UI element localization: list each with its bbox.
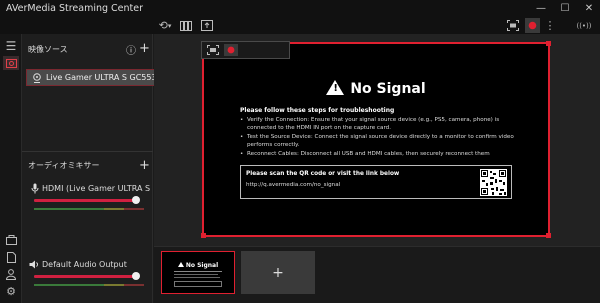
sources-header: 映像ソース	[28, 45, 68, 54]
list-item: Verify the Connection: Ensure that your …	[240, 117, 530, 132]
audio-channel-label: HDMI (Live Gamer ULTRA S GC553Pro)	[42, 184, 150, 193]
volume-slider-fill	[34, 275, 136, 278]
panel-divider	[22, 151, 153, 152]
resize-handle[interactable]	[201, 233, 206, 238]
preview-capture-button[interactable]	[206, 44, 220, 56]
camera-scene-icon	[5, 58, 17, 68]
qr-code-icon	[480, 169, 507, 196]
side-panel: 映像ソース ⓘ + Live Gamer ULTRA S GC553Pro オー…	[22, 34, 172, 303]
troubleshoot-steps: Verify the Connection: Ensure that your …	[240, 117, 530, 161]
volume-slider[interactable]	[34, 272, 140, 280]
export-button[interactable]	[200, 18, 214, 33]
source-item[interactable]: Live Gamer ULTRA S GC553Pro	[26, 69, 172, 86]
layout-button[interactable]	[179, 18, 193, 33]
title-bar: AVerMedia Streaming Center	[0, 0, 600, 17]
menu-icon: ☰	[5, 39, 17, 53]
settings-button[interactable]: ⚙	[3, 284, 19, 298]
preview-record-button[interactable]	[224, 44, 238, 56]
scene-tab[interactable]	[3, 56, 19, 70]
no-signal-text: No Signal	[350, 81, 426, 97]
audio-level-meter	[34, 208, 144, 210]
chevron-down-icon: ▾	[167, 21, 172, 30]
microphone-icon	[31, 183, 39, 194]
rotate-button[interactable]: ⟲ ▾	[156, 18, 174, 33]
rotate-icon: ⟲	[158, 19, 168, 32]
warning-icon	[177, 262, 184, 267]
menu-button[interactable]: ☰	[3, 39, 19, 53]
file-button[interactable]	[3, 250, 19, 264]
volume-slider-knob[interactable]	[132, 272, 140, 280]
resize-handle[interactable]	[546, 233, 551, 238]
gear-icon: ⚙	[6, 284, 16, 298]
capture-icon	[507, 20, 519, 31]
qr-box: Please scan the QR code or visit the lin…	[240, 165, 512, 199]
scene-thumbnail[interactable]: No Signal	[161, 251, 235, 294]
thumbnail-line	[174, 271, 222, 272]
thumbnail-qr-box	[174, 281, 222, 287]
maximize-button[interactable]: ☐	[554, 0, 576, 17]
info-icon[interactable]: ⓘ	[126, 42, 136, 57]
record-icon	[227, 46, 235, 54]
audio-level-meter	[34, 284, 144, 286]
thumbnail-line	[174, 274, 218, 275]
audio-channel-label: Default Audio Output	[42, 260, 127, 269]
profile-button[interactable]	[3, 267, 19, 281]
volume-slider-knob[interactable]	[132, 196, 140, 204]
device-button[interactable]	[3, 233, 19, 247]
volume-slider[interactable]	[34, 196, 140, 204]
no-signal-title: No Signal	[204, 80, 548, 97]
thumbnail-title: No Signal	[162, 262, 234, 269]
qr-link[interactable]: http://q.avermedia.com/no_signal	[246, 182, 340, 188]
capture-button[interactable]	[506, 18, 520, 33]
add-audio-button[interactable]: +	[139, 159, 150, 172]
device-icon	[5, 235, 17, 245]
file-icon	[6, 251, 16, 263]
profile-icon	[6, 268, 16, 280]
source-item-label: Live Gamer ULTRA S GC553Pro	[46, 73, 170, 82]
list-item: Test the Source Device: Connect the sign…	[240, 134, 530, 149]
add-scene-button[interactable]: +	[241, 251, 315, 294]
list-item: Reconnect Cables: Disconnect all USB and…	[240, 151, 530, 159]
troubleshoot-heading: Please follow these steps for troublesho…	[240, 107, 395, 114]
thumbnail-title-text: No Signal	[185, 262, 219, 269]
minimize-button[interactable]: —	[530, 0, 552, 17]
app-title: AVerMedia Streaming Center	[6, 3, 144, 14]
webcam-icon	[33, 72, 41, 83]
more-button[interactable]: ⋮	[545, 18, 556, 33]
live-button[interactable]: ((•))	[573, 18, 595, 33]
preview-canvas[interactable]: No Signal Please follow these steps for …	[201, 41, 551, 238]
qr-heading: Please scan the QR code or visit the lin…	[246, 171, 400, 177]
record-icon	[528, 21, 537, 30]
speaker-icon	[29, 260, 39, 269]
export-icon	[201, 20, 213, 31]
layout-icon	[180, 20, 192, 31]
add-source-button[interactable]: +	[139, 42, 150, 55]
resize-handle[interactable]	[546, 41, 551, 46]
thumbnail-line	[174, 277, 220, 278]
close-button[interactable]: ✕	[578, 0, 600, 17]
live-icon: ((•))	[576, 21, 592, 30]
preview-mini-toolbar	[201, 41, 290, 59]
warning-icon	[326, 80, 345, 95]
app-window: AVerMedia Streaming Center — ☐ ✕ ⟲ ▾ ⋮ (…	[0, 0, 600, 303]
capture-icon	[207, 45, 219, 55]
volume-slider-fill	[34, 199, 136, 202]
record-button[interactable]	[525, 18, 540, 33]
mixer-header: オーディオミキサー	[28, 161, 100, 170]
